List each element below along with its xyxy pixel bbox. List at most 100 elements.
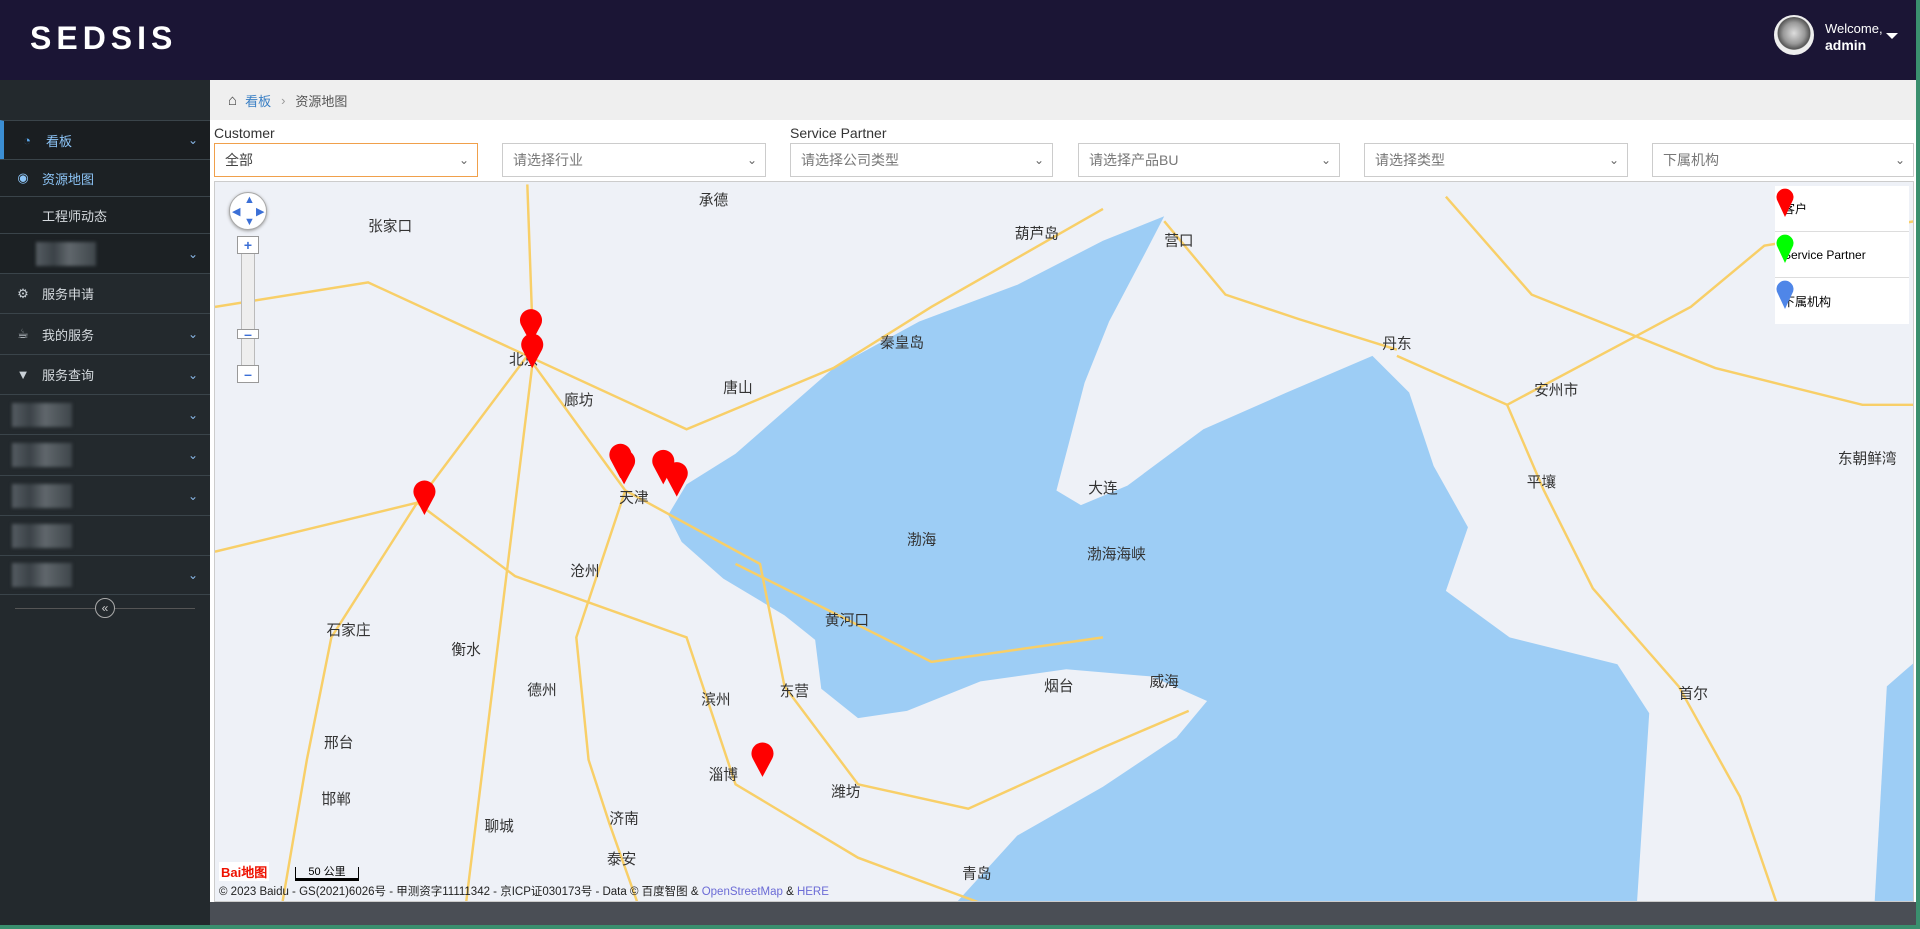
map-label: 沧州 xyxy=(570,563,599,580)
avatar[interactable] xyxy=(1774,15,1814,55)
map-label: 邢台 xyxy=(324,735,353,752)
dashboard-icon: ◔ xyxy=(23,132,31,148)
sidebar-item-resource-map[interactable]: ◉ 资源地图 xyxy=(0,159,210,196)
user-menu[interactable]: Welcome, admin xyxy=(1825,21,1883,53)
customer-marker[interactable] xyxy=(413,480,436,515)
pan-left-icon[interactable]: ◀ xyxy=(232,205,240,218)
map-canvas[interactable]: 北京天津廊坊沧州石家庄衡水邢台邯郸聊城 济南泰安德州滨州东营淄博潍坊烟台 威海青岛唐… xyxy=(215,182,1914,902)
sidebar-item-blurred[interactable] xyxy=(0,515,210,555)
map-label: 淄博 xyxy=(709,766,739,783)
legend-label: Service Partner xyxy=(1783,247,1866,262)
pan-down-icon[interactable]: ▼ xyxy=(244,216,255,228)
select-value: 全部 xyxy=(225,152,253,168)
pan-up-icon[interactable]: ▲ xyxy=(244,194,255,206)
coffee-icon: ☕ xyxy=(17,326,29,341)
map-navigation-control[interactable]: ▲ ▼ ◀ ▶ + – – xyxy=(229,192,267,383)
sidebar-item-label: 工程师动态 xyxy=(42,208,108,224)
zoom-out-button[interactable]: – xyxy=(237,365,259,383)
map-scale: 50 公里 xyxy=(295,867,359,881)
zoom-slider[interactable] xyxy=(241,238,255,368)
green-pin-icon xyxy=(1776,234,1794,263)
map-label: 青岛 xyxy=(962,866,991,883)
map-label: 烟台 xyxy=(1044,678,1073,695)
type-select[interactable]: 请选择类型 ⌄ xyxy=(1364,143,1628,177)
chevron-down-icon: ⌄ xyxy=(458,153,469,167)
sea-area xyxy=(668,216,1650,901)
baidu-map-logo[interactable]: Bai地图 xyxy=(219,862,270,881)
openstreetmap-link[interactable]: OpenStreetMap xyxy=(702,886,783,898)
caret-down-icon[interactable] xyxy=(1886,33,1898,39)
gears-icon: ⚙ xyxy=(17,285,29,301)
chevron-down-icon: ⌄ xyxy=(187,367,198,382)
map-label: 邯郸 xyxy=(322,791,351,808)
industry-select[interactable]: 请选择行业 ⌄ xyxy=(502,143,766,177)
sidebar-item-blurred[interactable]: ⌄ xyxy=(0,475,210,515)
copyright-separator: & xyxy=(782,886,797,898)
legend-item-subsidiary: 下属机构 xyxy=(1775,278,1909,324)
sidebar-item-blurred[interactable]: ⌄ xyxy=(0,555,210,595)
map-label: 营口 xyxy=(1164,233,1193,250)
map-label: 德州 xyxy=(527,681,556,699)
select-value: 请选择类型 xyxy=(1375,152,1445,168)
here-link[interactable]: HERE xyxy=(797,886,829,898)
pan-right-icon[interactable]: ▶ xyxy=(256,205,264,218)
filter-icon: ▼ xyxy=(16,367,30,382)
logo: SEDSIS xyxy=(30,20,178,56)
home-icon[interactable]: ⌂ xyxy=(228,92,237,109)
map-label: 秦皇岛 xyxy=(880,334,924,351)
collapse-sidebar-button[interactable]: « xyxy=(95,598,115,618)
chevron-down-icon: ⌄ xyxy=(187,133,198,147)
subsidiary-select[interactable]: 下属机构 ⌄ xyxy=(1652,143,1914,177)
pan-control[interactable]: ▲ ▼ ◀ ▶ xyxy=(229,192,267,230)
sidebar-item-service-query[interactable]: ▼ 服务查询 ⌄ xyxy=(0,354,210,394)
select-value: 请选择产品BU xyxy=(1089,152,1179,168)
select-value: 下属机构 xyxy=(1663,152,1719,168)
sidebar-item-blurred[interactable]: ⌄ xyxy=(0,394,210,434)
breadcrumb-current: 资源地图 xyxy=(295,93,348,109)
blurred-label xyxy=(36,241,96,266)
map-label: 渤海 xyxy=(907,531,937,548)
resource-map[interactable]: 北京 天津 廊坊 沧州 石家庄 衡水 邢台 邯郸 聊城 济南 泰安 德州 滨州 东营 淄博 潍坊 烟台 威海 青岛唐… xyxy=(214,181,1914,902)
map-label: 丹东 xyxy=(1382,335,1411,352)
zoom-in-button[interactable]: + xyxy=(237,236,259,254)
sidebar-item-label: 我的服务 xyxy=(42,327,95,343)
top-header: SEDSIS Welcome, admin xyxy=(0,0,1916,80)
sidebar-item-my-service[interactable]: ☕ 我的服务 ⌄ xyxy=(0,313,210,354)
sidebar-item-blurred[interactable]: ⌄ xyxy=(0,434,210,475)
blurred-label xyxy=(12,402,72,427)
map-label: 东营 xyxy=(780,683,809,700)
chevron-down-icon: ⌄ xyxy=(746,153,757,167)
chevron-down-icon: ⌄ xyxy=(187,568,198,582)
customer-marker[interactable] xyxy=(751,742,774,777)
copyright-text: © 2023 Baidu - GS(2021)6026号 - 甲测资字11111… xyxy=(219,886,702,898)
blurred-label xyxy=(12,443,72,467)
chevron-down-icon: ⌄ xyxy=(187,327,198,341)
breadcrumb: ⌂ 看板 › 资源地图 xyxy=(210,80,1916,120)
map-label: 石家庄 xyxy=(326,621,370,639)
map-label: 滨州 xyxy=(701,692,730,709)
map-copyright: © 2023 Baidu - GS(2021)6026号 - 甲测资字11111… xyxy=(219,883,829,899)
chevron-down-icon: ⌄ xyxy=(187,448,198,462)
chevron-down-icon: ⌄ xyxy=(1320,153,1331,167)
map-label: 黄河口 xyxy=(825,612,869,629)
blurred-label xyxy=(12,563,72,587)
sidebar-item-blurred[interactable]: ⌄ xyxy=(0,233,210,273)
breadcrumb-link-dashboard[interactable]: 看板 xyxy=(245,91,271,110)
welcome-text: Welcome, xyxy=(1825,21,1883,36)
product-bu-select[interactable]: 请选择产品BU ⌄ xyxy=(1078,143,1340,177)
customer-select[interactable]: 全部 ⌄ xyxy=(214,143,478,177)
sidebar-item-label: 服务查询 xyxy=(42,368,95,383)
company-type-select[interactable]: 请选择公司类型 ⌄ xyxy=(790,143,1053,177)
map-label: 平壤 xyxy=(1527,473,1557,491)
sidebar-item-engineer-status[interactable]: 工程师动态 xyxy=(0,196,210,233)
zoom-slider-handle[interactable]: – xyxy=(237,327,259,341)
map-label: 威海 xyxy=(1150,673,1180,690)
map-label: 唐山 xyxy=(723,380,752,397)
username: admin xyxy=(1825,37,1867,53)
service-partner-label: Service Partner xyxy=(790,125,887,141)
map-label: 张家口 xyxy=(368,218,412,235)
chevron-down-icon: ⌄ xyxy=(187,407,198,422)
sidebar-item-service-request[interactable]: ⚙ 服务申请 xyxy=(0,273,210,313)
map-label: 安州市 xyxy=(1534,382,1578,399)
sidebar-item-dashboard[interactable]: ◔ 看板 ⌄ xyxy=(0,120,210,159)
